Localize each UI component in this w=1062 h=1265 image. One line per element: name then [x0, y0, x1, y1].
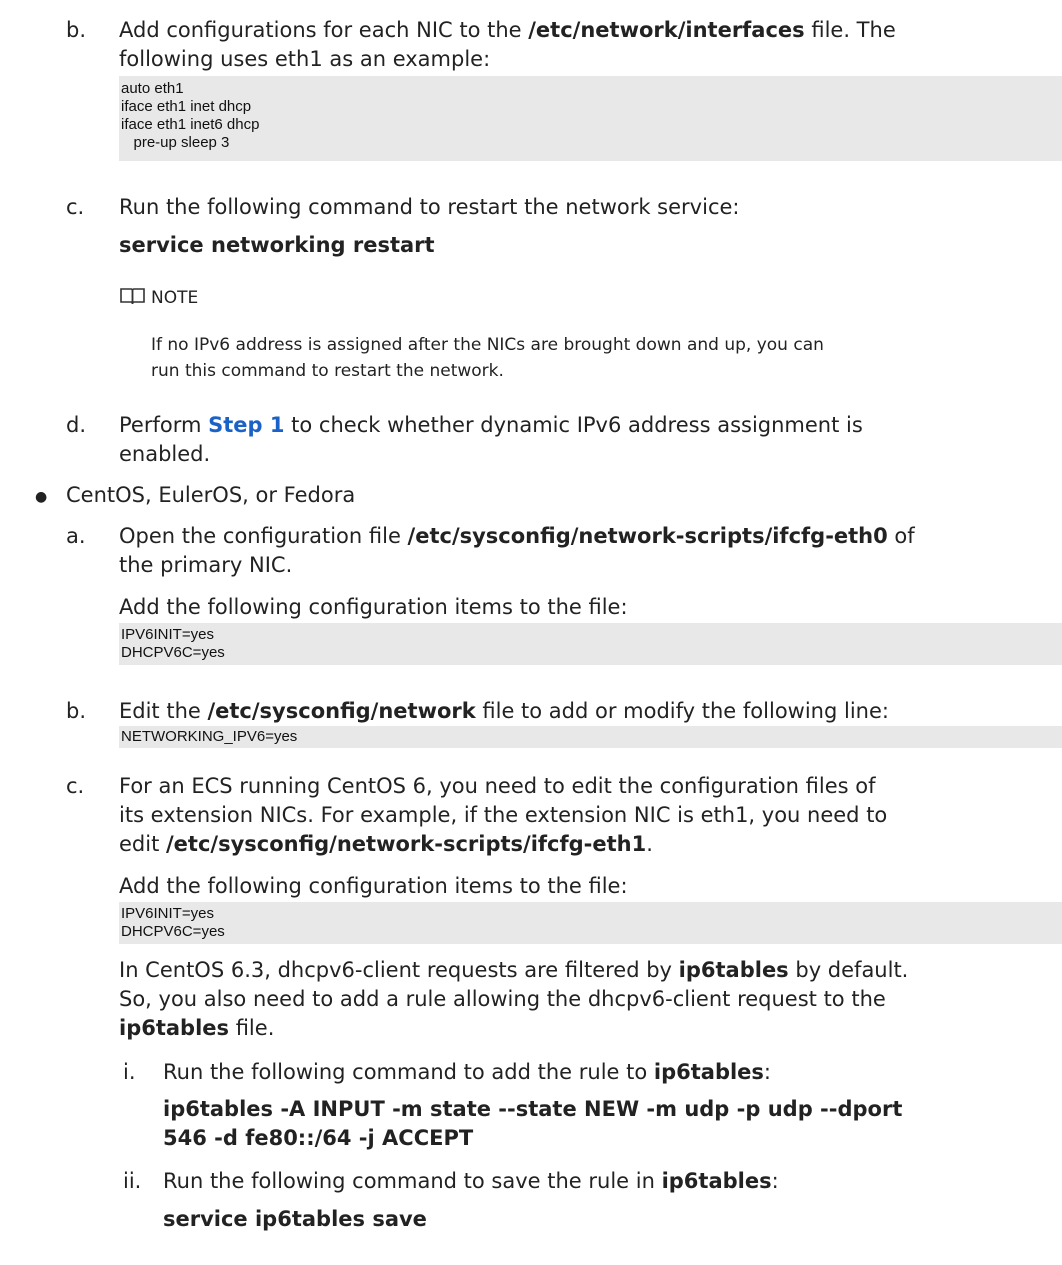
- step-text: Add the following configuration items to…: [119, 874, 628, 898]
- step-marker: ii.: [123, 1169, 142, 1193]
- step-marker: b.: [66, 699, 87, 723]
- paragraph-text: So, you also need to add a rule allowing…: [119, 987, 886, 1011]
- code-line: iface eth1 inet dhcp: [121, 98, 252, 115]
- step-marker: b.: [66, 18, 87, 42]
- bullet-text: CentOS, EulerOS, or Fedora: [66, 483, 356, 507]
- step-marker: c.: [66, 774, 85, 798]
- code-block: auto eth1 iface eth1 inet dhcp iface eth…: [119, 76, 1062, 161]
- step-1-link[interactable]: Step 1: [208, 413, 284, 437]
- step-text: the primary NIC.: [119, 553, 293, 577]
- code-line: IPV6INIT=yes: [121, 626, 214, 643]
- paragraph-text: In CentOS 6.3, dhcpv6-client requests ar…: [119, 958, 909, 982]
- inline-term: ip6tables: [678, 958, 789, 982]
- code-line: DHCPV6C=yes: [121, 923, 225, 940]
- code-block: IPV6INIT=yes DHCPV6C=yes: [119, 902, 1062, 944]
- step-marker: d.: [66, 413, 87, 437]
- file-path: /etc/sysconfig/network-scripts/ifcfg-eth…: [407, 524, 888, 548]
- step-marker: c.: [66, 195, 85, 219]
- code-line: NETWORKING_IPV6=yes: [121, 728, 298, 745]
- code-line: IPV6INIT=yes: [121, 905, 214, 922]
- step-text: enabled.: [119, 442, 211, 466]
- command-text: service networking restart: [119, 233, 435, 257]
- step-marker: a.: [66, 524, 86, 548]
- file-path: /etc/network/interfaces: [528, 18, 805, 42]
- inline-term: ip6tables: [119, 1016, 230, 1040]
- step-text: Add the following configuration items to…: [119, 595, 628, 619]
- command-text: 546 -d fe80::/64 -j ACCEPT: [163, 1126, 474, 1150]
- step-text: Perform Step 1 to check whether dynamic …: [119, 413, 863, 437]
- code-line: DHCPV6C=yes: [121, 644, 225, 661]
- note-text: run this command to restart the network.: [151, 361, 504, 381]
- note-label: NOTE: [151, 288, 199, 308]
- step-text: edit /etc/sysconfig/network-scripts/ifcf…: [119, 832, 653, 856]
- inline-term: ip6tables: [661, 1169, 772, 1193]
- note-text: If no IPv6 address is assigned after the…: [151, 335, 824, 355]
- step-marker: i.: [123, 1060, 136, 1084]
- command-text: service ip6tables save: [163, 1207, 427, 1231]
- step-text: Add configurations for each NIC to the /…: [119, 18, 896, 42]
- command-text: ip6tables -A INPUT -m state --state NEW …: [163, 1097, 903, 1121]
- bullet-marker: ●: [35, 489, 48, 505]
- step-text: Run the following command to add the rul…: [163, 1060, 771, 1084]
- inline-term: ip6tables: [653, 1060, 764, 1084]
- step-text: its extension NICs. For example, if the …: [119, 803, 888, 827]
- paragraph-text: ip6tables file.: [119, 1016, 275, 1040]
- file-path: /etc/sysconfig/network: [207, 699, 476, 723]
- book-icon: [119, 285, 146, 305]
- code-line: auto eth1: [121, 80, 184, 97]
- code-block: IPV6INIT=yes DHCPV6C=yes: [119, 623, 1062, 665]
- step-text: Open the configuration file /etc/sysconf…: [119, 524, 915, 548]
- step-text: Run the following command to save the ru…: [163, 1169, 779, 1193]
- step-text: Run the following command to restart the…: [119, 195, 740, 219]
- file-path: /etc/sysconfig/network-scripts/ifcfg-eth…: [166, 832, 647, 856]
- code-line: pre-up sleep 3: [121, 134, 230, 151]
- code-line: iface eth1 inet6 dhcp: [121, 116, 260, 133]
- step-text: following uses eth1 as an example:: [119, 47, 491, 71]
- code-block: NETWORKING_IPV6=yes: [119, 726, 1062, 748]
- step-text: Edit the /etc/sysconfig/network file to …: [119, 699, 889, 723]
- step-text: For an ECS running CentOS 6, you need to…: [119, 774, 876, 798]
